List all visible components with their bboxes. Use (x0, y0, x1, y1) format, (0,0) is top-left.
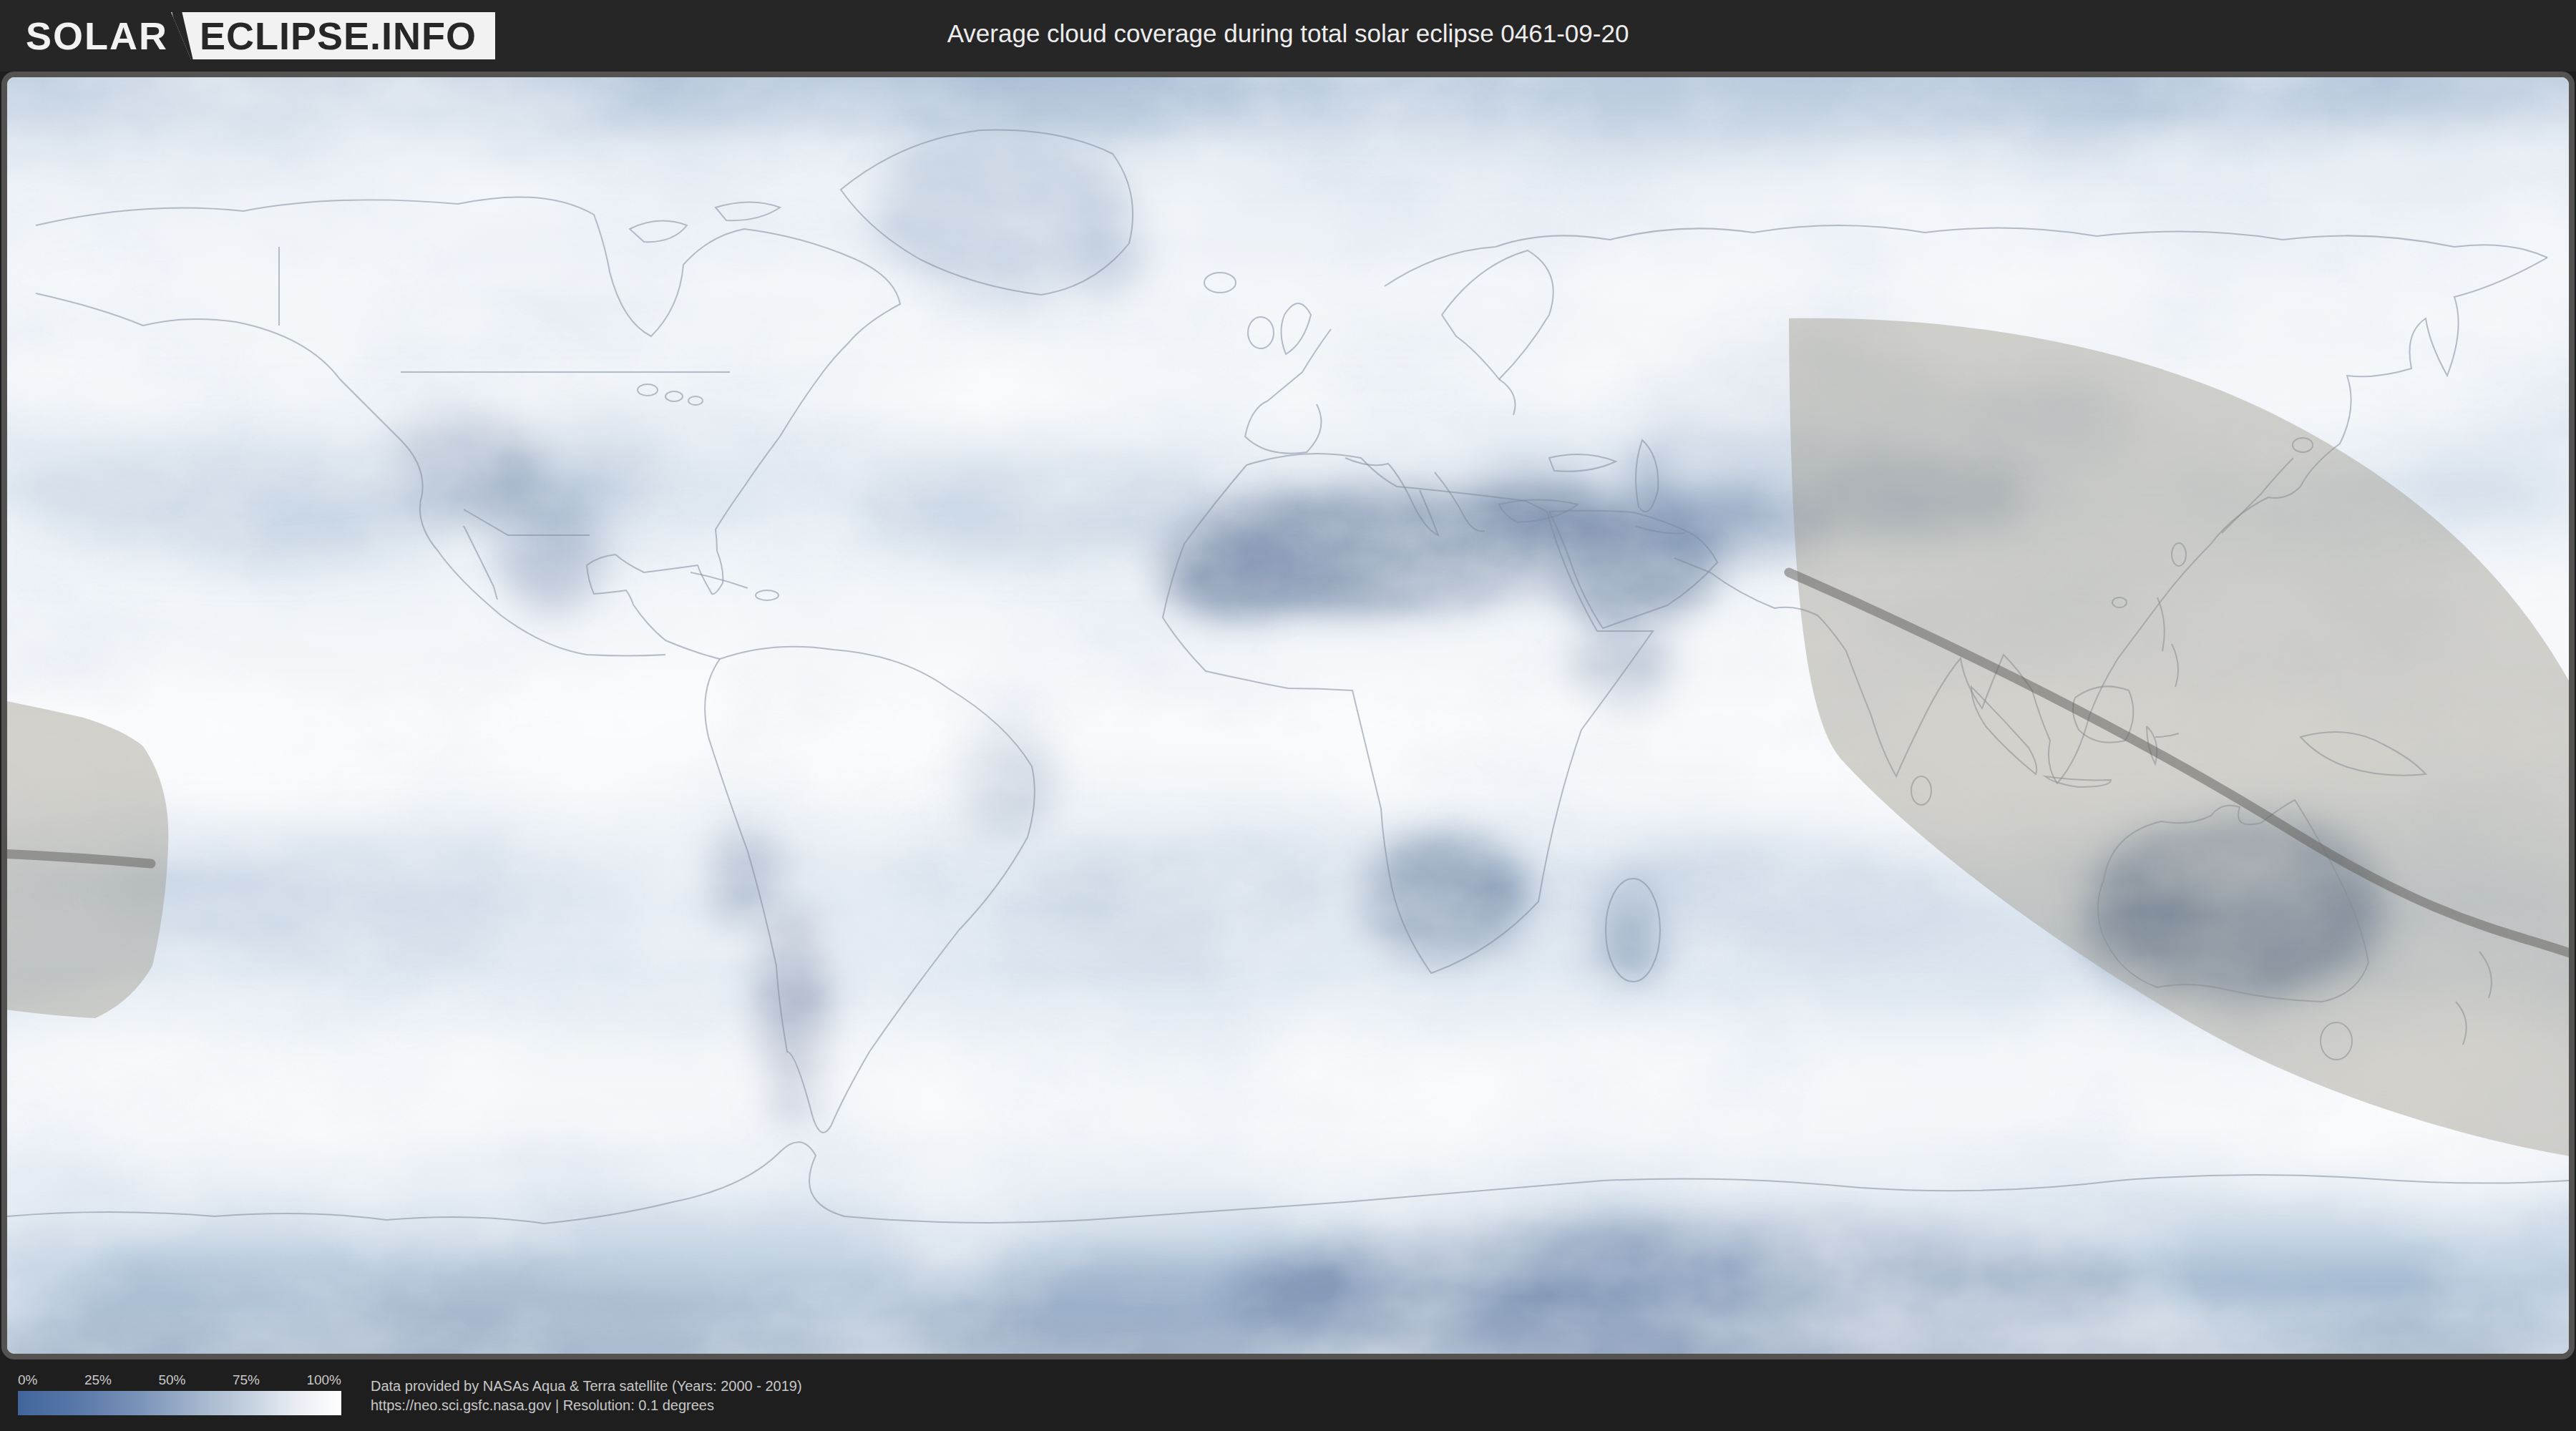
legend-gradient-bar (18, 1391, 341, 1415)
credit-url-line[interactable]: https://neo.sci.gsfc.nasa.gov | Resoluti… (371, 1396, 802, 1415)
credit-source-line: Data provided by NASAs Aqua & Terra sate… (371, 1377, 802, 1396)
cloud-coverage-legend: 0% 25% 50% 75% 100% (18, 1372, 341, 1415)
footer-bar: 0% 25% 50% 75% 100% Data provided by NAS… (0, 1359, 2576, 1431)
legend-tick-100: 100% (306, 1372, 341, 1388)
solar-eclipse-info-page: { "header": { "logo_prefix": "SOLAR", "l… (0, 0, 2576, 1431)
legend-tick-50: 50% (158, 1372, 185, 1388)
legend-tick-25: 25% (84, 1372, 112, 1388)
legend-tick-labels: 0% 25% 50% 75% 100% (18, 1372, 341, 1388)
page-title: Average cloud coverage during total sola… (0, 19, 2576, 48)
legend-tick-0: 0% (18, 1372, 37, 1388)
data-credits: Data provided by NASAs Aqua & Terra sate… (371, 1377, 802, 1415)
top-bar: SOLAR ECLIPSE.INFO Average cloud coverag… (0, 0, 2576, 72)
legend-tick-75: 75% (233, 1372, 260, 1388)
world-map-svg (7, 77, 2569, 1354)
world-cloud-map[interactable] (1, 72, 2575, 1359)
